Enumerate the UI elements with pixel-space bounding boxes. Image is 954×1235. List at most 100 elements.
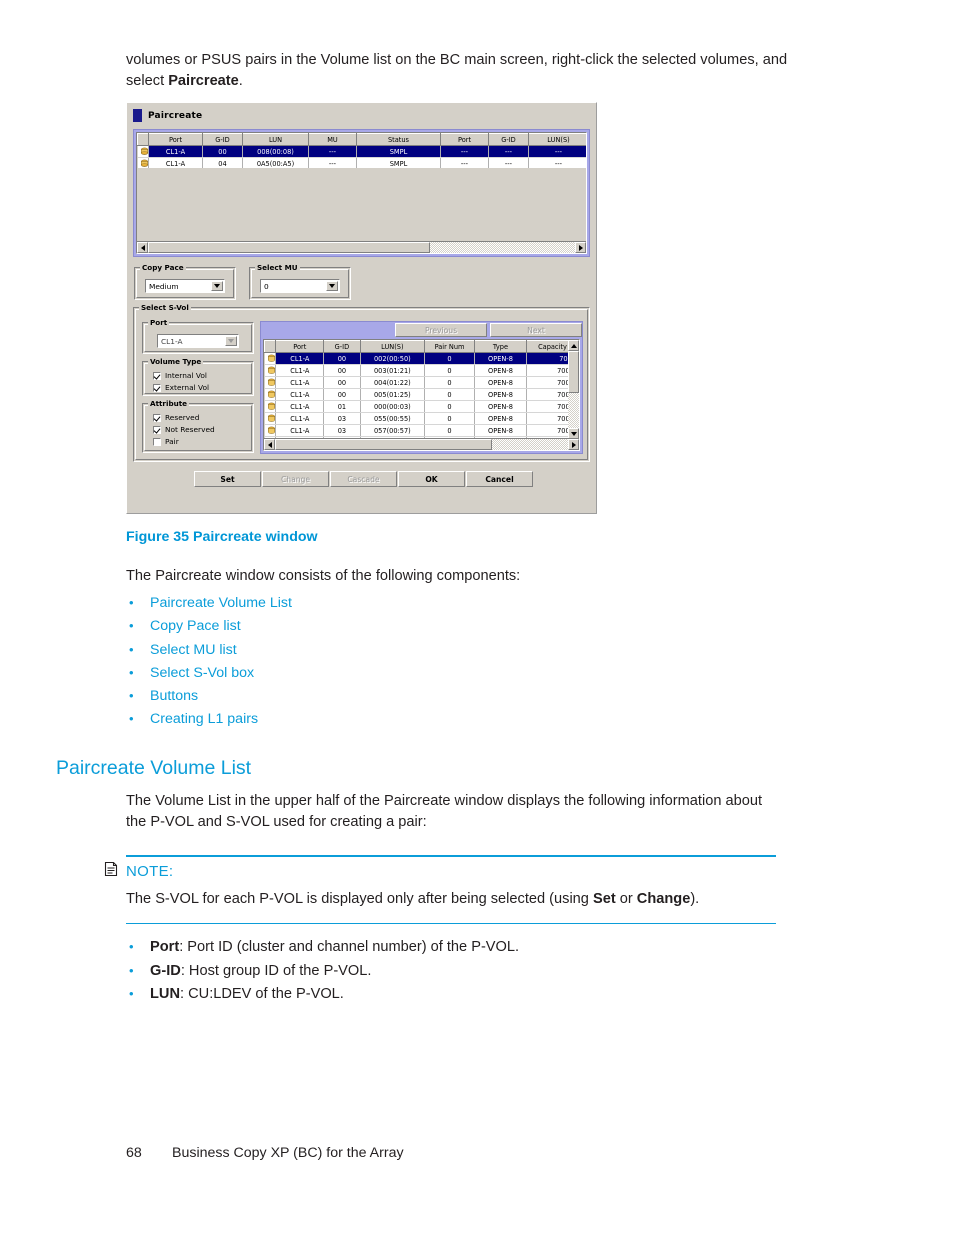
row-icon-header [264, 340, 277, 353]
cell-pairnum: 0 [424, 352, 475, 365]
col-svol-luns[interactable]: LUN(S) [359, 340, 426, 353]
scroll-up-button[interactable] [568, 340, 579, 351]
checkbox-icon[interactable] [153, 371, 161, 380]
table-row[interactable]: CL1-A 01 000(00:03) 0 OPEN-8 7007. [264, 400, 579, 413]
hscroll-thumb[interactable] [275, 439, 492, 450]
checkbox-internal-vol[interactable]: Internal Vol [153, 371, 207, 380]
next-button[interactable]: Next [490, 323, 582, 337]
components-list: Paircreate Volume List Copy Pace list Se… [126, 591, 292, 732]
change-button[interactable]: Change [262, 471, 329, 487]
volume-icon [264, 364, 277, 377]
cell-port: CL1-A [275, 388, 325, 401]
cell-pairnum: 0 [424, 412, 475, 425]
copy-pace-combobox[interactable]: Medium [145, 279, 225, 293]
ok-button[interactable]: OK [398, 471, 465, 487]
checkbox-label: Reserved [165, 413, 200, 422]
col-svol-type[interactable]: Type [473, 340, 527, 353]
list-item[interactable]: Select MU list [126, 638, 292, 662]
volume-icon [264, 400, 277, 413]
chevron-down-icon[interactable] [326, 281, 338, 291]
table-row[interactable]: CL1-A 03 057(00:57) 0 OPEN-8 7007. [264, 424, 579, 437]
scroll-right-button[interactable] [575, 242, 586, 253]
previous-button[interactable]: Previous [395, 323, 487, 337]
checkbox-reserved[interactable]: Reserved [153, 413, 199, 422]
cell-type: OPEN-8 [474, 388, 527, 401]
table-row[interactable]: CL1-A 00 002(00:50) 0 OPEN-8 7007 [264, 352, 579, 365]
note-bottom-rule [126, 922, 776, 924]
volume-disk-icon [267, 354, 275, 362]
list-item: LUN: CU:LDEV of the P-VOL. [126, 982, 519, 1007]
scroll-right-button[interactable] [568, 439, 579, 450]
col-svol-gid[interactable]: G-ID [323, 340, 361, 353]
copy-pace-label: Copy Pace [140, 263, 186, 272]
col-svol-pairnum[interactable]: Pair Num [424, 340, 475, 353]
svol-paging-bar: Previous Next [395, 323, 582, 337]
section-paragraph-line2: the P-VOL and S-VOL used for creating a … [126, 814, 427, 830]
table-row[interactable]: CL1-A 00 005(01:25) 0 OPEN-8 7007. [264, 388, 579, 401]
hscroll-thumb[interactable] [148, 242, 430, 253]
volume-disk-icon [140, 147, 148, 155]
table-row[interactable]: CL1-A 03 055(00:55) 0 OPEN-8 7007. [264, 412, 579, 425]
col-pvol-gid[interactable]: G-ID [202, 133, 243, 146]
table-row[interactable]: CL1-A 00 004(01:22) 0 OPEN-8 7007. [264, 376, 579, 389]
volume-list-hscrollbar[interactable] [137, 241, 586, 253]
table-row[interactable]: CL1-A 00 008(00:08) --- SMPL --- --- ---… [137, 145, 586, 158]
select-svol-group: Select S-Vol Port CL1-A Volume Type Inte… [133, 303, 590, 462]
checkbox-icon[interactable] [153, 437, 161, 446]
cell-sport: --- [440, 145, 489, 158]
scroll-left-button[interactable] [264, 439, 275, 450]
svol-hscrollbar[interactable] [264, 438, 579, 450]
svol-list-grid[interactable]: Port G-ID LUN(S) Pair Num Type Capacity [263, 339, 580, 451]
checkbox-not-reserved[interactable]: Not Reserved [153, 425, 215, 434]
hscroll-track[interactable] [148, 242, 575, 253]
paircreate-window-figure: Paircreate Port G-ID LUN MU Status Port … [126, 102, 597, 514]
list-item[interactable]: Creating L1 pairs [126, 707, 292, 731]
col-svol-luns[interactable]: LUN(S) [528, 133, 586, 146]
col-svol-port[interactable]: Port [275, 340, 325, 353]
vscroll-thumb[interactable] [568, 351, 579, 394]
scroll-left-button[interactable] [137, 242, 148, 253]
cell-pairnum: 0 [424, 376, 475, 389]
table-row[interactable]: CL1-A 00 003(01:21) 0 OPEN-8 7007. [264, 364, 579, 377]
col-status[interactable]: Status [356, 133, 441, 146]
component-link[interactable]: Select S-Vol box [150, 665, 254, 681]
note-text-mid: or [615, 890, 637, 907]
checkbox-external-vol[interactable]: External Vol [153, 383, 209, 392]
cell-type: OPEN-8 [474, 376, 527, 389]
component-link[interactable]: Copy Pace list [150, 618, 241, 634]
cell-port: CL1-A [275, 376, 325, 389]
col-pvol-lun[interactable]: LUN [242, 133, 309, 146]
select-mu-group: Select MU 0 [249, 263, 351, 300]
list-item[interactable]: Buttons [126, 684, 292, 708]
vscroll-track[interactable] [568, 351, 579, 428]
col-mu[interactable]: MU [308, 133, 357, 146]
checkbox-icon[interactable] [153, 413, 161, 422]
cell-gid: 00 [323, 376, 361, 389]
svol-vscrollbar[interactable] [568, 340, 579, 439]
checkbox-pair[interactable]: Pair [153, 437, 179, 446]
svol-port-combobox[interactable]: CL1-A [157, 334, 239, 348]
list-item[interactable]: Paircreate Volume List [126, 591, 292, 615]
col-svol-port[interactable]: Port [440, 133, 489, 146]
cascade-button[interactable]: Cascade [330, 471, 397, 487]
select-mu-combobox[interactable]: 0 [260, 279, 340, 293]
checkbox-icon[interactable] [153, 425, 161, 434]
volume-list-grid[interactable]: Port G-ID LUN MU Status Port G-ID LUN(S)… [136, 132, 587, 254]
hscroll-track[interactable] [275, 439, 568, 450]
checkbox-icon[interactable] [153, 383, 161, 392]
component-link[interactable]: Buttons [150, 688, 198, 704]
set-button[interactable]: Set [194, 471, 261, 487]
cell-luns: 004(01:22) [360, 376, 426, 389]
component-link[interactable]: Paircreate Volume List [150, 595, 292, 611]
col-pvol-port[interactable]: Port [148, 133, 203, 146]
component-link[interactable]: Select MU list [150, 642, 237, 658]
list-item[interactable]: Copy Pace list [126, 614, 292, 638]
col-svol-gid[interactable]: G-ID [488, 133, 529, 146]
volume-list-panel: Port G-ID LUN MU Status Port G-ID LUN(S)… [133, 129, 590, 257]
cancel-button[interactable]: Cancel [466, 471, 533, 487]
chevron-down-icon[interactable] [225, 336, 237, 346]
chevron-down-icon[interactable] [211, 281, 223, 291]
component-link[interactable]: Creating L1 pairs [150, 711, 258, 727]
volume-disk-icon [267, 414, 275, 422]
list-item[interactable]: Select S-Vol box [126, 661, 292, 685]
